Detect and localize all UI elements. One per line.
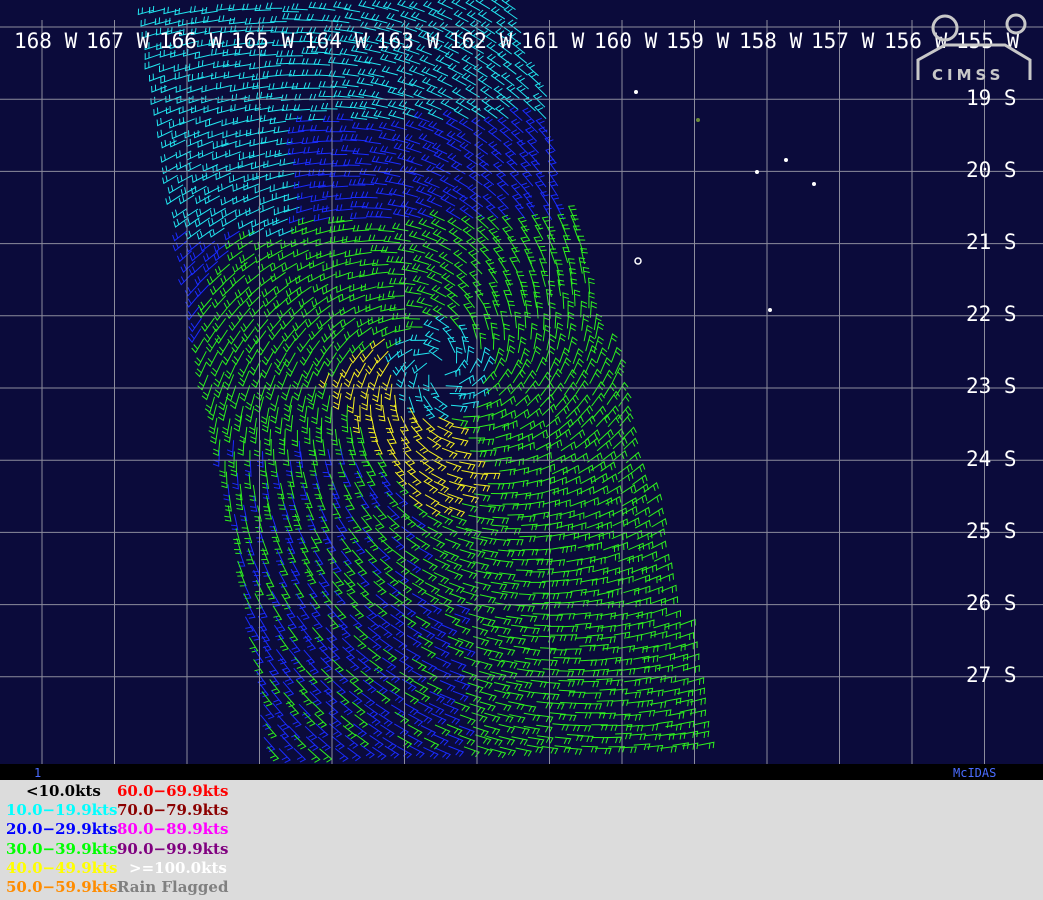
legend-item: <10.0kts [26, 782, 101, 800]
mcidas-label: McIDAS [953, 766, 996, 780]
legend-item: 40.0−49.9kts [6, 859, 118, 877]
lat-label: 25 S [966, 519, 1017, 543]
lon-label: 159 W [666, 29, 730, 53]
lon-label: 168 W [14, 29, 78, 53]
latitude-labels: 19 S 20 S 21 S 22 S 23 S 24 S 25 S 26 S … [966, 86, 1017, 687]
legend-item: >=100.0kts [129, 859, 227, 877]
lon-label: 161 W [521, 29, 585, 53]
island [812, 182, 816, 186]
lon-label: 163 W [376, 29, 440, 53]
wind-map: 168 W 167 W 166 W 165 W 164 W 163 W 162 … [0, 0, 1043, 780]
legend-item: 60.0−69.9kts [117, 782, 229, 800]
legend-item: 80.0−89.9kts [117, 820, 229, 838]
footer-bar [0, 764, 1043, 780]
island [696, 118, 700, 122]
legend-item: 50.0−59.9kts [6, 878, 118, 896]
lon-label: 164 W [304, 29, 368, 53]
lat-label: 19 S [966, 86, 1017, 110]
lon-label: 160 W [594, 29, 658, 53]
lat-label: 22 S [966, 302, 1017, 326]
lat-label: 23 S [966, 374, 1017, 398]
island [768, 308, 772, 312]
lon-label: 158 W [739, 29, 803, 53]
legend-item: Rain Flagged [117, 878, 229, 896]
lon-label: 162 W [449, 29, 513, 53]
island [755, 170, 759, 174]
lat-label: 21 S [966, 230, 1017, 254]
legend-item: 10.0−19.9kts [6, 801, 118, 819]
lat-label: 20 S [966, 158, 1017, 182]
island [634, 90, 638, 94]
wind-speed-legend: <10.0kts 10.0−19.9kts 20.0−29.9kts 30.0−… [0, 780, 1043, 900]
lon-label: 167 W [86, 29, 150, 53]
lon-label: 166 W [159, 29, 223, 53]
legend-item: 70.0−79.9kts [117, 801, 229, 819]
lat-label: 24 S [966, 447, 1017, 471]
footer-frame-number: 1 [34, 766, 41, 780]
logo-text: CIMSS [932, 66, 1004, 84]
legend-item: 30.0−39.9kts [6, 840, 118, 858]
lon-label: 157 W [811, 29, 875, 53]
lon-label: 165 W [231, 29, 295, 53]
lat-label: 27 S [966, 663, 1017, 687]
legend-item: 20.0−29.9kts [6, 820, 118, 838]
lat-label: 26 S [966, 591, 1017, 615]
island [784, 158, 788, 162]
legend-item: 90.0−99.9kts [117, 840, 229, 858]
